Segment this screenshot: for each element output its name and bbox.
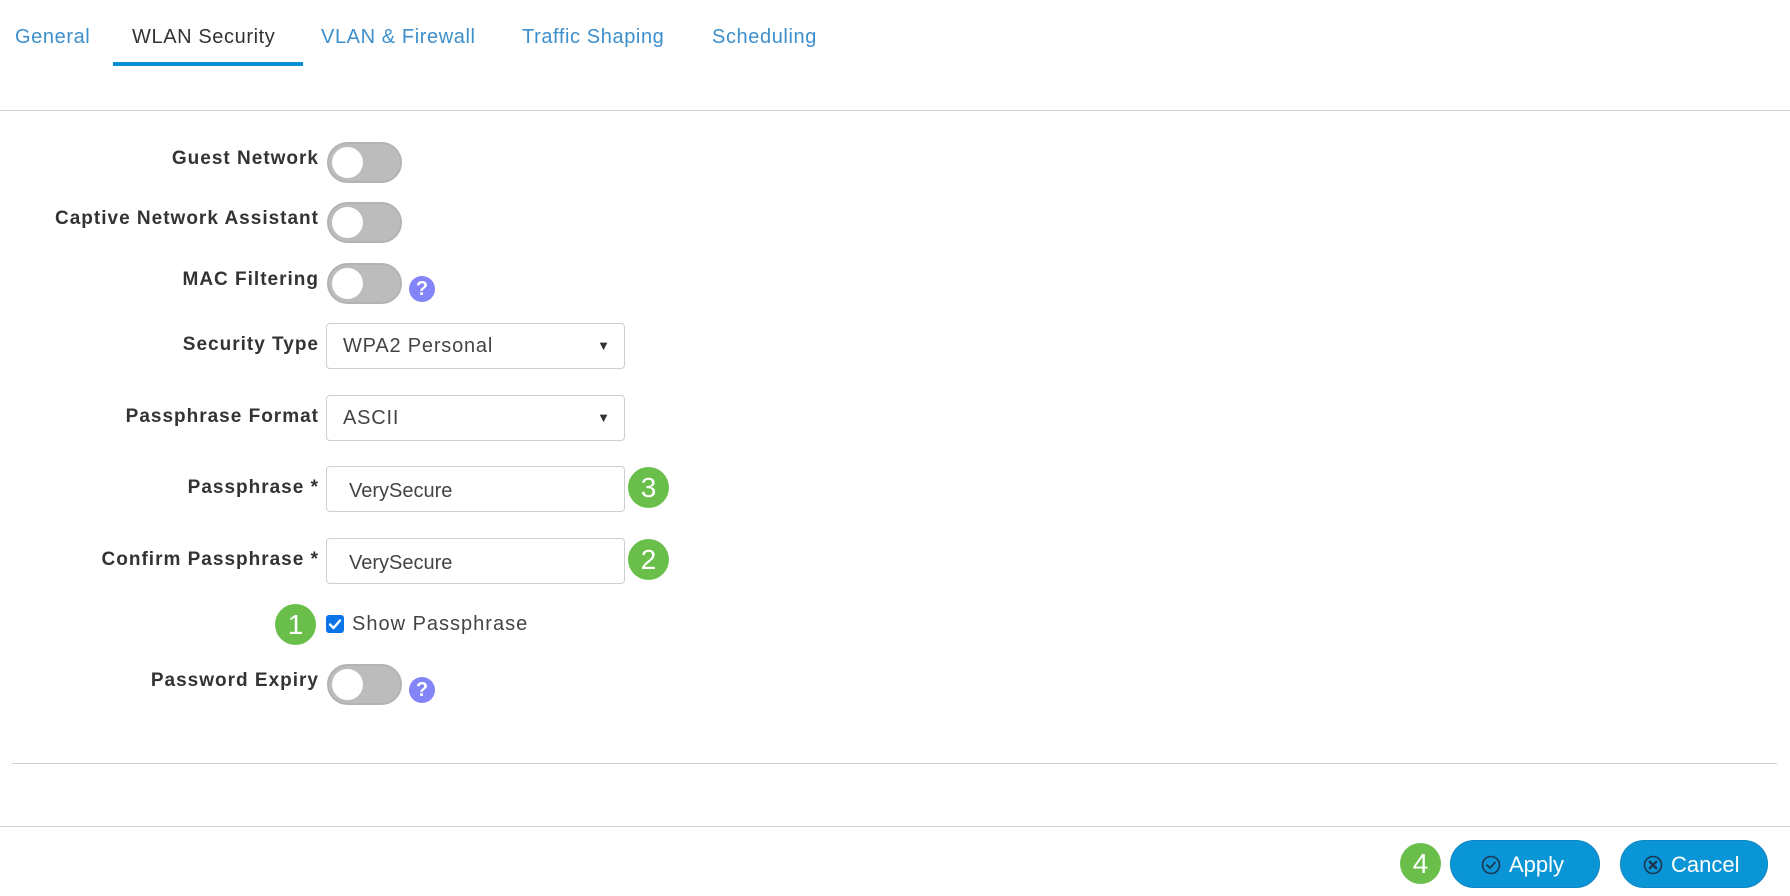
close-circle-icon [1643, 855, 1663, 875]
cancel-label: Cancel [1671, 852, 1740, 877]
guest-network-label: Guest Network [171, 148, 319, 169]
passphrase-input[interactable]: VerySecure [326, 466, 625, 512]
step-badge-3: 3 [628, 467, 669, 508]
password-expiry-help-icon[interactable]: ? [409, 677, 435, 703]
guest-network-toggle[interactable] [327, 142, 402, 183]
security-type-label: Security Type [182, 334, 319, 355]
active-tab-indicator [113, 62, 303, 66]
tab-scheduling[interactable]: Scheduling [712, 26, 817, 49]
footer-divider [0, 826, 1790, 827]
password-expiry-label: Password Expiry [150, 670, 319, 691]
mac-filtering-label: MAC Filtering [182, 269, 319, 290]
captive-network-assistant-toggle[interactable] [327, 202, 402, 243]
mac-filtering-toggle[interactable] [327, 263, 402, 304]
passphrase-format-select[interactable]: ASCII ▼ [326, 395, 625, 441]
mac-filtering-help-icon[interactable]: ? [409, 276, 435, 302]
password-expiry-toggle[interactable] [327, 664, 402, 705]
toggle-knob [332, 207, 363, 238]
security-type-select[interactable]: WPA2 Personal ▼ [326, 323, 625, 369]
captive-network-assistant-label: Captive Network Assistant [55, 208, 319, 229]
tab-divider [0, 110, 1790, 111]
check-circle-icon [1481, 855, 1501, 875]
confirm-passphrase-label: Confirm Passphrase * [101, 549, 319, 570]
passphrase-format-value: ASCII [343, 407, 400, 429]
show-passphrase-label[interactable]: Show Passphrase [352, 613, 528, 636]
toggle-knob [332, 268, 363, 299]
toggle-knob [332, 147, 363, 178]
toggle-knob [332, 669, 363, 700]
chevron-down-icon: ▼ [597, 338, 610, 353]
step-badge-4: 4 [1400, 843, 1441, 884]
cancel-button[interactable]: Cancel [1620, 840, 1768, 888]
tab-wlan-security[interactable]: WLAN Security [132, 26, 275, 49]
confirm-passphrase-value: VerySecure [349, 552, 453, 574]
step-badge-2: 2 [628, 539, 669, 580]
tab-general[interactable]: General [15, 26, 90, 49]
chevron-down-icon: ▼ [597, 410, 610, 425]
checkmark-icon [328, 619, 342, 630]
confirm-passphrase-input[interactable]: VerySecure [326, 538, 625, 584]
form-divider [12, 763, 1777, 764]
passphrase-label: Passphrase * [187, 477, 319, 498]
tab-vlan-firewall[interactable]: VLAN & Firewall [321, 26, 476, 49]
tab-traffic-shaping[interactable]: Traffic Shaping [522, 26, 664, 49]
passphrase-value: VerySecure [349, 480, 453, 502]
apply-label: Apply [1509, 852, 1565, 877]
security-type-value: WPA2 Personal [343, 335, 494, 357]
passphrase-format-label: Passphrase Format [125, 406, 319, 427]
show-passphrase-checkbox[interactable] [326, 615, 344, 633]
apply-button[interactable]: Apply [1450, 840, 1600, 888]
step-badge-1: 1 [275, 604, 316, 645]
